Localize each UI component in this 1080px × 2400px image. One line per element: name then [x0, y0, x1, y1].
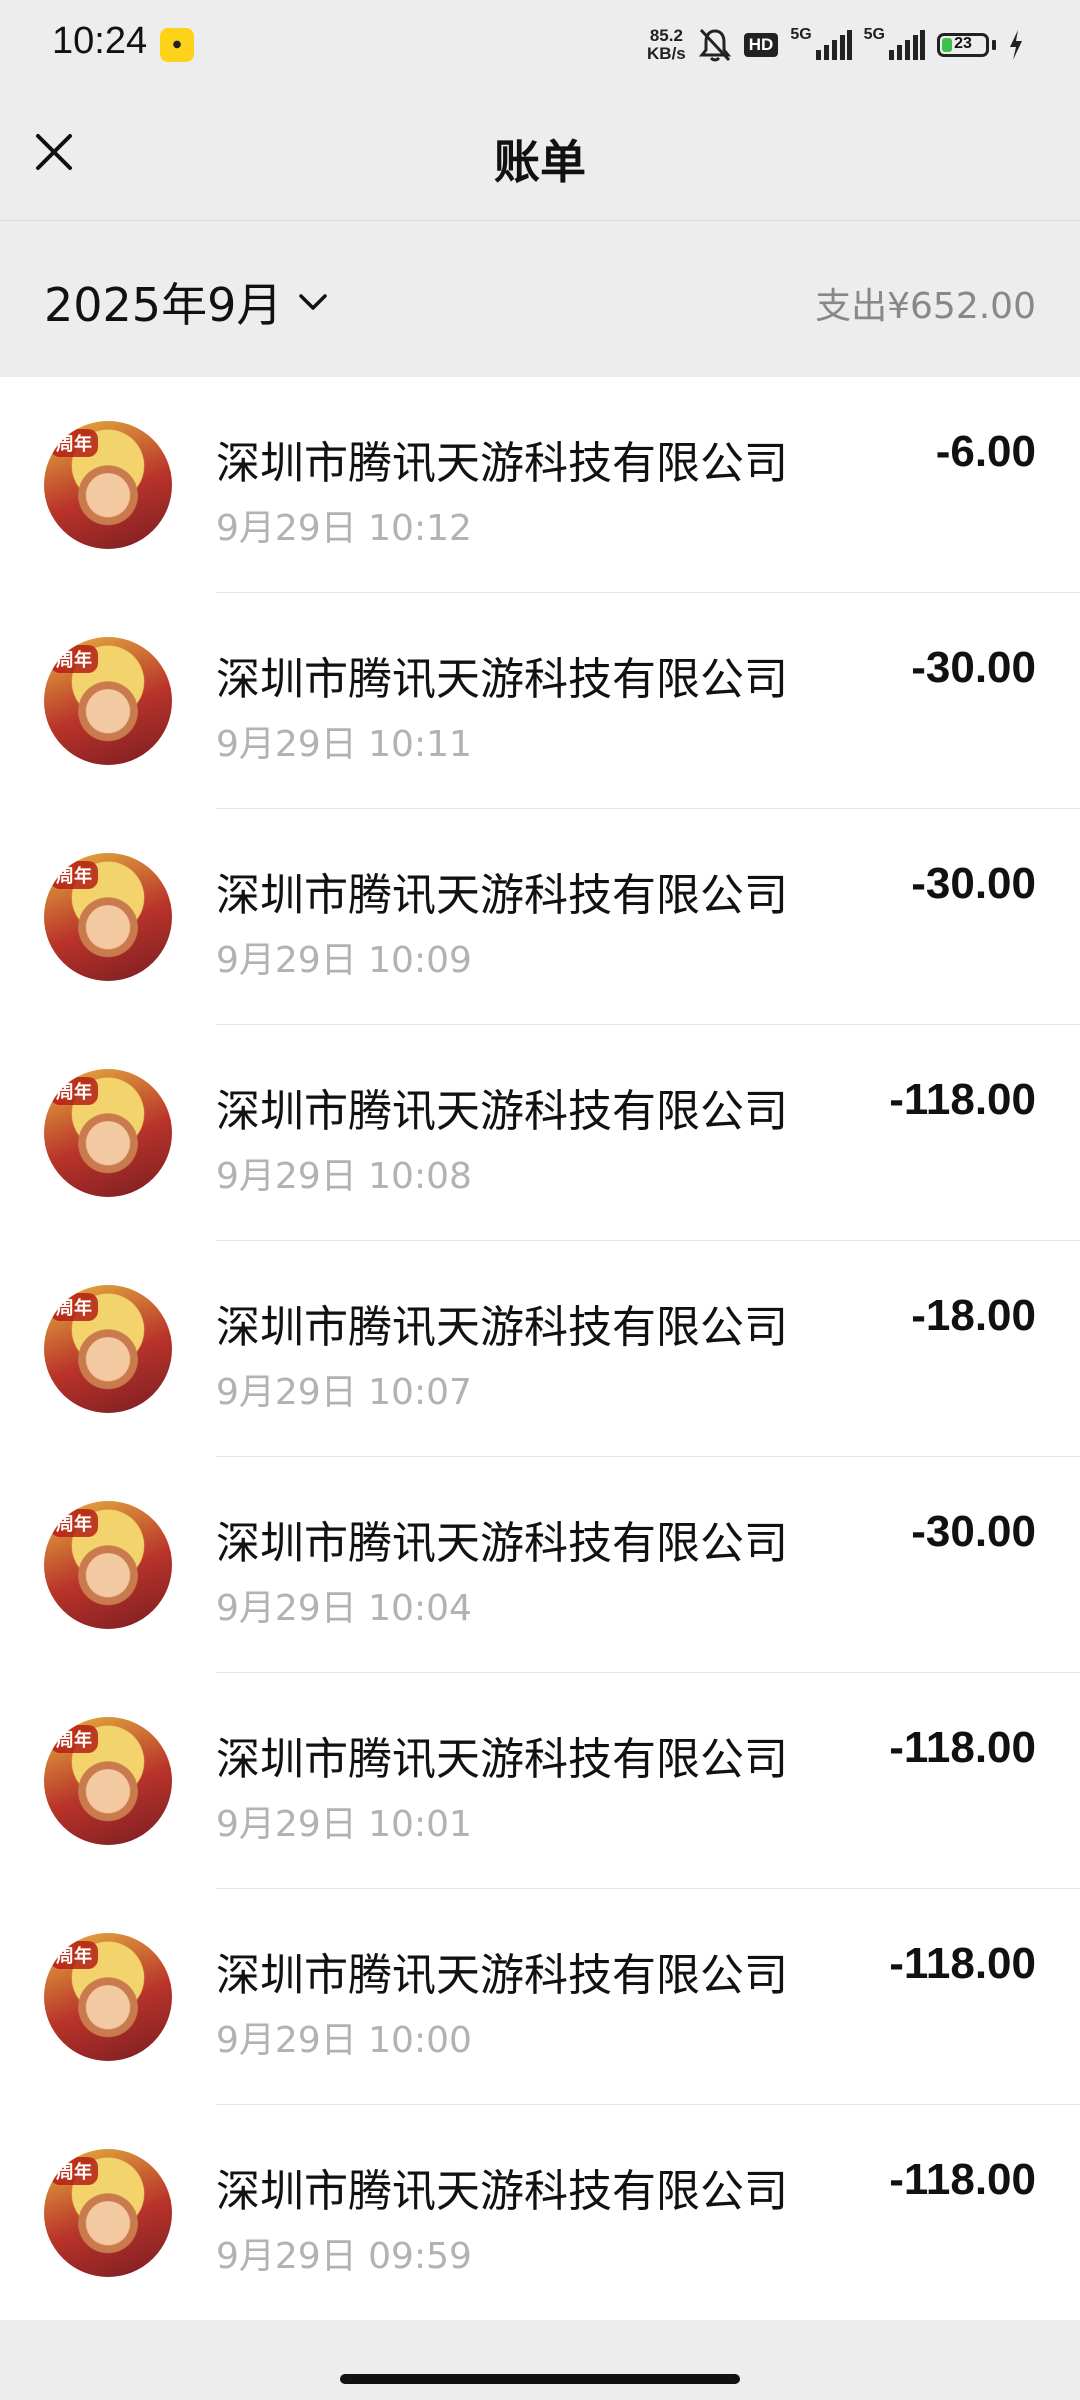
avatar-badge: 周年 — [50, 429, 98, 457]
transaction-datetime: 9月29日 10:04 — [216, 1588, 472, 1629]
transaction-datetime: 9月29日 10:12 — [216, 508, 472, 549]
app-notification-icon: ● — [160, 28, 194, 62]
signal-strength-icon — [815, 30, 852, 60]
status-bar: 10:24 ● 85.2 KB/s HD 5G 5G 23 — [0, 0, 1080, 90]
transaction-amount: -30.00 — [911, 1507, 1036, 1556]
merchant-name: 深圳市腾讯天游科技有限公司 — [216, 870, 788, 921]
merchant-avatar: 周年 — [44, 1285, 172, 1413]
merchant-avatar: 周年 — [44, 637, 172, 765]
transaction-row[interactable]: 周年 深圳市腾讯天游科技有限公司 9月29日 10:11 -30.00 — [0, 593, 1080, 809]
avatar-badge: 周年 — [50, 1293, 98, 1321]
merchant-name: 深圳市腾讯天游科技有限公司 — [216, 654, 788, 705]
avatar-badge: 周年 — [50, 645, 98, 673]
merchant-avatar: 周年 — [44, 1933, 172, 2061]
transaction-amount: -118.00 — [889, 1723, 1036, 1772]
status-icons: 85.2 KB/s HD 5G 5G 23 — [647, 22, 1024, 68]
merchant-avatar: 周年 — [44, 1717, 172, 1845]
merchant-avatar: 周年 — [44, 1501, 172, 1629]
transaction-amount: -118.00 — [889, 1939, 1036, 1988]
battery-icon: 23 — [937, 33, 989, 57]
month-label: 2025年9月 — [44, 278, 283, 332]
net-speed: 85.2 KB/s — [647, 27, 686, 63]
status-time: 10:24 — [52, 20, 148, 62]
merchant-name: 深圳市腾讯天游科技有限公司 — [216, 1950, 788, 2001]
bottom-gesture-area — [0, 2320, 1080, 2400]
merchant-name: 深圳市腾讯天游科技有限公司 — [216, 1086, 788, 1137]
chevron-down-icon — [299, 294, 328, 310]
transaction-datetime: 9月29日 09:59 — [216, 2236, 472, 2277]
charging-bolt-icon — [1010, 30, 1022, 60]
signal-strength-icon-2 — [889, 30, 925, 60]
merchant-avatar: 周年 — [44, 421, 172, 549]
merchant-avatar: 周年 — [44, 2149, 172, 2277]
transaction-datetime: 9月29日 10:11 — [216, 724, 472, 765]
transaction-datetime: 9月29日 10:07 — [216, 1372, 472, 1413]
merchant-name: 深圳市腾讯天游科技有限公司 — [216, 1734, 788, 1785]
avatar-badge: 周年 — [50, 2157, 98, 2185]
bell-muted-icon — [698, 28, 731, 62]
avatar-badge: 周年 — [50, 1509, 98, 1537]
merchant-name: 深圳市腾讯天游科技有限公司 — [216, 1518, 788, 1569]
transaction-row[interactable]: 周年 深圳市腾讯天游科技有限公司 9月29日 10:04 -30.00 — [0, 1457, 1080, 1673]
transaction-amount: -118.00 — [889, 2155, 1036, 2204]
battery-level: 23 — [954, 35, 972, 52]
transaction-row[interactable]: 周年 深圳市腾讯天游科技有限公司 9月29日 10:09 -30.00 — [0, 809, 1080, 1025]
merchant-name: 深圳市腾讯天游科技有限公司 — [216, 1302, 788, 1353]
net-speed-unit: KB/s — [647, 44, 686, 63]
transaction-row[interactable]: 周年 深圳市腾讯天游科技有限公司 9月29日 10:00 -118.00 — [0, 1889, 1080, 2105]
transaction-row[interactable]: 周年 深圳市腾讯天游科技有限公司 9月29日 10:07 -18.00 — [0, 1241, 1080, 1457]
merchant-name: 深圳市腾讯天游科技有限公司 — [216, 2166, 788, 2217]
signal1-label: 5G — [790, 26, 812, 43]
signal2-label: 5G — [863, 26, 885, 43]
transaction-amount: -6.00 — [935, 427, 1036, 476]
transaction-row[interactable]: 周年 深圳市腾讯天游科技有限公司 9月29日 10:01 -118.00 — [0, 1673, 1080, 1889]
transaction-datetime: 9月29日 10:09 — [216, 940, 472, 981]
merchant-name: 深圳市腾讯天游科技有限公司 — [216, 438, 788, 489]
nav-bar: 账单 — [0, 90, 1080, 221]
transaction-row[interactable]: 周年 深圳市腾讯天游科技有限公司 9月29日 10:12 -6.00 — [0, 377, 1080, 593]
transaction-amount: -118.00 — [889, 1075, 1036, 1124]
hd-badge: HD — [743, 33, 779, 57]
net-speed-value: 85.2 — [649, 26, 683, 45]
home-indicator[interactable] — [340, 2374, 740, 2384]
avatar-badge: 周年 — [50, 1941, 98, 1969]
transaction-list: 周年 深圳市腾讯天游科技有限公司 9月29日 10:12 -6.00 周年 深圳市腾讯天游… — [0, 377, 1080, 2321]
transaction-datetime: 9月29日 10:01 — [216, 1804, 472, 1845]
expense-total: 支出¥652.00 — [815, 286, 1036, 327]
avatar-badge: 周年 — [50, 861, 98, 889]
transaction-row[interactable]: 周年 深圳市腾讯天游科技有限公司 9月29日 09:59 -118.00 — [0, 2105, 1080, 2321]
avatar-badge: 周年 — [50, 1077, 98, 1105]
merchant-avatar: 周年 — [44, 853, 172, 981]
page-title: 账单 — [494, 135, 586, 189]
merchant-avatar: 周年 — [44, 1069, 172, 1197]
avatar-badge: 周年 — [50, 1725, 98, 1753]
transaction-row[interactable]: 周年 深圳市腾讯天游科技有限公司 9月29日 10:08 -118.00 — [0, 1025, 1080, 1241]
transaction-datetime: 9月29日 10:00 — [216, 2020, 472, 2061]
battery-cap — [992, 40, 996, 50]
transaction-datetime: 9月29日 10:08 — [216, 1156, 472, 1197]
summary-bar: 2025年9月 支出¥652.00 — [0, 221, 1080, 376]
month-selector[interactable]: 2025年9月 — [44, 269, 328, 335]
transaction-amount: -18.00 — [911, 1291, 1036, 1340]
transaction-amount: -30.00 — [911, 859, 1036, 908]
transaction-amount: -30.00 — [911, 643, 1036, 692]
